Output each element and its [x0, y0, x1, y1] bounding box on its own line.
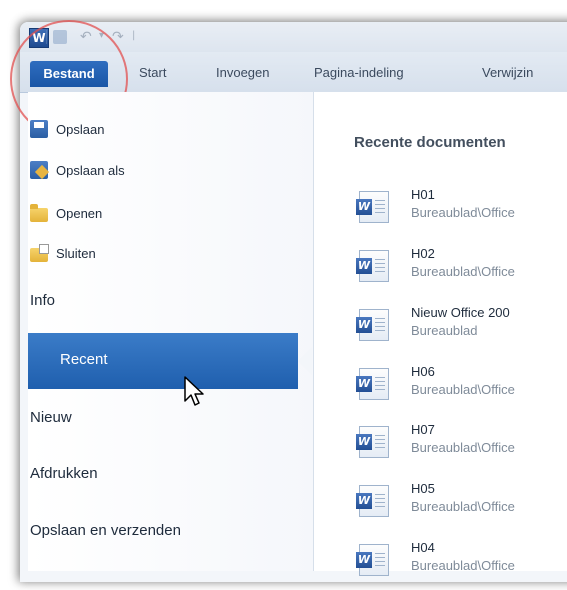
document-name: Nieuw Office 200: [411, 305, 510, 320]
document-name: H04: [411, 540, 435, 555]
recent-documents-panel: Recente documenten H01 Bureaublad\Office…: [313, 92, 567, 576]
document-path: Bureaublad\Office: [411, 205, 515, 220]
customize-toolbar-icon[interactable]: |: [132, 30, 140, 44]
command-open-label: Openen: [56, 205, 103, 221]
ribbon-tab-bar: Bestand Start Invoegen Pagina-indeling V…: [20, 52, 567, 93]
nav-info[interactable]: Info: [30, 292, 55, 309]
command-save-label: Opslaan: [56, 121, 105, 137]
document-path: Bureaublad\Office: [411, 382, 515, 397]
recent-document-item[interactable]: H04 Bureaublad\Office: [356, 540, 567, 590]
command-save-as[interactable]: Opslaan als: [30, 158, 125, 182]
document-path: Bureaublad: [411, 323, 478, 338]
word-document-icon: [356, 309, 389, 341]
recent-document-item[interactable]: H06 Bureaublad\Office: [356, 364, 567, 414]
redo-icon[interactable]: ↷: [112, 30, 126, 44]
recent-document-item[interactable]: H02 Bureaublad\Office: [356, 246, 567, 296]
mouse-cursor-icon: [184, 376, 204, 406]
recent-document-item[interactable]: H07 Bureaublad\Office: [356, 422, 567, 472]
document-path: Bureaublad\Office: [411, 499, 515, 514]
nav-recent-label: Recent: [60, 351, 108, 368]
document-name: H02: [411, 246, 435, 261]
word-document-icon: [356, 485, 389, 517]
nav-new[interactable]: Nieuw: [30, 409, 72, 426]
document-name: H07: [411, 422, 435, 437]
open-folder-icon: [30, 203, 48, 222]
command-close[interactable]: Sluiten: [30, 241, 96, 265]
recent-document-item[interactable]: H01 Bureaublad\Office: [356, 187, 567, 237]
command-close-label: Sluiten: [56, 245, 96, 261]
tab-references[interactable]: Verwijzin: [482, 65, 533, 80]
command-save[interactable]: Opslaan: [30, 117, 104, 141]
tab-insert[interactable]: Invoegen: [216, 65, 270, 80]
recent-document-item[interactable]: Nieuw Office 200 Bureaublad: [356, 305, 567, 355]
save-icon: [30, 120, 48, 138]
undo-dropdown-icon[interactable]: ▾: [99, 30, 107, 44]
word-document-icon: [356, 250, 389, 282]
tab-file[interactable]: Bestand: [30, 61, 108, 87]
nav-save-and-send[interactable]: Opslaan en verzenden: [30, 522, 181, 539]
quick-save-icon[interactable]: [53, 30, 67, 44]
command-save-as-label: Opslaan als: [56, 162, 125, 178]
recent-document-item[interactable]: H05 Bureaublad\Office: [356, 481, 567, 531]
recent-documents-title: Recente documenten: [354, 134, 506, 151]
word-document-icon: [356, 544, 389, 576]
document-path: Bureaublad\Office: [411, 440, 515, 455]
word-document-icon: [356, 368, 389, 400]
word-document-icon: [356, 426, 389, 458]
close-file-icon: [30, 243, 49, 262]
word-document-icon: [356, 191, 389, 223]
document-name: H01: [411, 187, 435, 202]
undo-icon[interactable]: ↶: [80, 30, 94, 44]
nav-print[interactable]: Afdrukken: [30, 465, 98, 482]
save-as-icon: [30, 161, 48, 179]
toolbar-separator: [46, 30, 47, 44]
quick-access-toolbar: W ↶ ▾ ↷ |: [20, 22, 567, 52]
command-open[interactable]: Openen: [30, 201, 102, 225]
nav-recent[interactable]: Recent: [28, 333, 312, 389]
document-path: Bureaublad\Office: [411, 264, 515, 279]
tab-start[interactable]: Start: [139, 65, 166, 80]
document-name: H05: [411, 481, 435, 496]
tab-page-layout[interactable]: Pagina-indeling: [314, 65, 404, 80]
document-name: H06: [411, 364, 435, 379]
